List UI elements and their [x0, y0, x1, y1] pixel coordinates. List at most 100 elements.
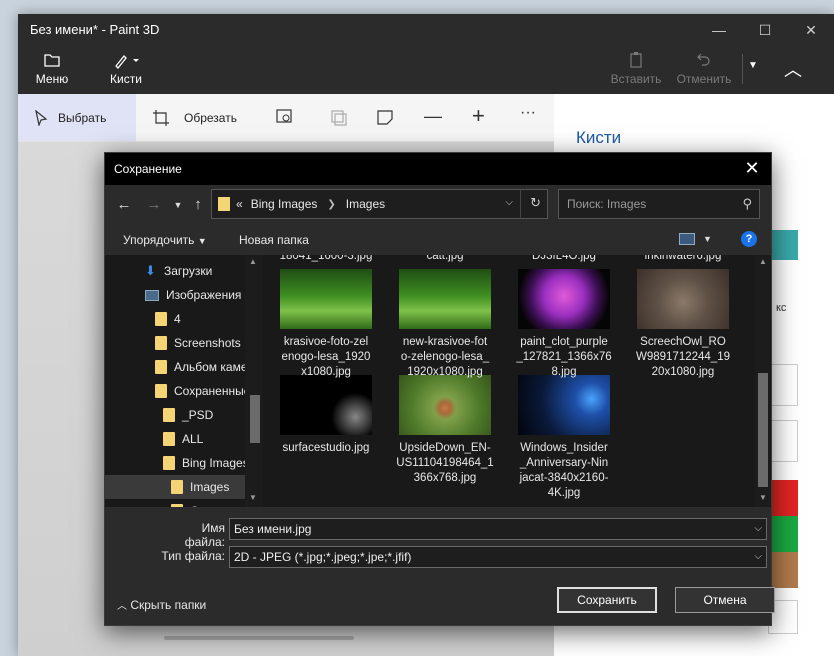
nav-item[interactable]: ALL: [105, 427, 263, 451]
brown-swatch[interactable]: [768, 552, 798, 588]
filename-field[interactable]: Без имени.jpg ⌵: [229, 518, 767, 540]
filetype-dropdown-icon[interactable]: ⌵: [754, 547, 762, 567]
filetype-select[interactable]: 2D - JPEG (*.jpg;*.jpeg;*.jpe;*.jfif) ⌵: [229, 546, 767, 568]
more-icon[interactable]: ···: [520, 104, 536, 122]
nav-item[interactable]: Альбом камеры: [105, 355, 263, 379]
recent-locations-icon[interactable]: ▼: [169, 195, 187, 215]
file-name-line: _Anniversary-Nin: [519, 457, 609, 469]
filetype-label: Тип файла:: [161, 549, 225, 563]
red-swatch[interactable]: [768, 480, 798, 516]
help-icon[interactable]: ?: [741, 231, 757, 247]
breadcrumb-bing-images[interactable]: Bing Images: [251, 197, 318, 211]
new-folder-button[interactable]: Новая папка: [239, 233, 309, 247]
hide-folders-button[interactable]: ︿ Скрыть папки: [117, 597, 206, 612]
magic-select-icon[interactable]: [276, 108, 294, 129]
crop-tool[interactable]: Обрезать: [150, 94, 250, 141]
scroll-up-icon[interactable]: ▲: [249, 257, 257, 266]
green-swatch[interactable]: [768, 516, 798, 552]
sticker-icon[interactable]: [376, 108, 394, 129]
nav-item[interactable]: _PSD: [105, 403, 263, 427]
filetype-value[interactable]: 2D - JPEG (*.jpg;*.jpeg;*.jpe;*.jfif): [234, 550, 411, 564]
file-item[interactable]: inkinwater6.jpg: [624, 255, 742, 264]
file-name-line: 20x1080.jpg: [651, 366, 715, 378]
file-item[interactable]: paint_clot_purple _127821_1366x76 8.jpg: [505, 269, 623, 380]
nav-item-label: Изображения: [166, 288, 242, 302]
scroll-down-icon[interactable]: ▼: [249, 493, 257, 502]
up-arrow-icon[interactable]: ↑: [189, 195, 207, 215]
plus-icon[interactable]: +: [472, 103, 485, 129]
nav-item-label: _PSD: [182, 408, 214, 422]
filename-value[interactable]: Без имени.jpg: [234, 522, 311, 536]
nav-item[interactable]: Изображения: [105, 283, 263, 307]
nav-scrollbar[interactable]: ▲ ▼: [245, 255, 263, 507]
breadcrumb-chevron-icon[interactable]: ❯: [327, 199, 335, 210]
breadcrumb-images[interactable]: Images: [346, 197, 385, 211]
file-item[interactable]: new-krasivoe-fot o-zelenogo-lesa_ 1920x108…: [386, 269, 504, 380]
undo-button[interactable]: Отменить: [672, 50, 736, 86]
close-window-icon[interactable]: ✕: [788, 14, 834, 46]
brush-preview[interactable]: [768, 230, 798, 260]
nav-item[interactable]: 4: [105, 307, 263, 331]
forward-arrow-icon[interactable]: →: [145, 195, 163, 215]
address-bar[interactable]: « Bing Images ❯ Images ⌵ ↻: [211, 189, 548, 219]
nav-item[interactable]: Screenshots: [105, 331, 263, 355]
address-dropdown-icon[interactable]: ⌵: [505, 197, 513, 208]
files-scroll-down-icon[interactable]: ▼: [759, 493, 767, 502]
file-name-line: 4K.jpg: [547, 487, 581, 499]
back-arrow-icon[interactable]: ←: [115, 195, 133, 215]
brushes-button[interactable]: Кисти: [102, 50, 150, 86]
view-dropdown-icon[interactable]: ▼: [703, 234, 712, 244]
search-icon[interactable]: ⚲: [742, 196, 752, 212]
file-item[interactable]: DJ3fL4O.jpg: [505, 255, 623, 264]
nav-item[interactable]: Сохраненные: [105, 379, 263, 403]
files-scrollbar[interactable]: ▲ ▼: [755, 255, 771, 507]
file-item[interactable]: 18041_1600-3.jpg: [267, 255, 385, 264]
minimize-icon[interactable]: —: [696, 14, 742, 46]
file-item[interactable]: surfacestudio.jpg: [267, 375, 385, 456]
filename-dropdown-icon[interactable]: ⌵: [754, 519, 762, 539]
menu-button[interactable]: Меню: [30, 50, 74, 86]
refresh-icon[interactable]: ↻: [530, 195, 541, 211]
nav-item[interactable]: Bing Images: [105, 451, 263, 475]
minus-icon[interactable]: —: [424, 106, 442, 127]
paste-button[interactable]: Вставить: [608, 50, 664, 86]
close-dialog-icon[interactable]: ✕: [741, 157, 763, 179]
ribbon-dropdown-icon[interactable]: ▼: [748, 60, 758, 71]
nav-item[interactable]: С проекта: [105, 499, 263, 507]
side-control[interactable]: [768, 364, 798, 406]
file-name-line: jacat-3840x2160-: [519, 472, 609, 484]
select-tool[interactable]: Выбрать: [18, 94, 136, 141]
nav-item[interactable]: Images: [105, 475, 263, 499]
search-input[interactable]: [559, 190, 729, 218]
brushes-label: Кисти: [110, 72, 142, 86]
download-icon: ⬇: [145, 263, 156, 278]
file-name-line: ScreechOwl_RO: [640, 336, 726, 348]
canvas-scrollbar[interactable]: [164, 636, 354, 640]
file-name-line: _127821_1366x76: [516, 351, 612, 363]
pen-icon[interactable]: [768, 194, 798, 234]
view-mode-icon[interactable]: [679, 233, 695, 245]
search-box[interactable]: ⚲: [558, 189, 760, 219]
file-item[interactable]: Windows_Insider _Anniversary-Nin jacat-384…: [505, 375, 623, 501]
brush-icon: [115, 55, 139, 69]
nav-scroll-thumb[interactable]: [250, 395, 260, 443]
file-name-line: US11104198464_1: [396, 457, 494, 469]
maximize-icon[interactable]: ☐: [742, 14, 788, 46]
address-prefix[interactable]: «: [236, 197, 243, 211]
file-item[interactable]: krasivoe-foto-zel enogo-lesa_1920 x1080.jp…: [267, 269, 385, 380]
side-control-2[interactable]: [768, 420, 798, 462]
save-button[interactable]: Сохранить: [557, 587, 657, 613]
files-scroll-thumb[interactable]: [758, 373, 768, 487]
file-item[interactable]: ScreechOwl_RO W9891712244_19 20x1080.jpg: [624, 269, 742, 380]
copy-3d-icon[interactable]: [330, 108, 348, 129]
cancel-button[interactable]: Отмена: [675, 587, 775, 613]
files-scroll-up-icon[interactable]: ▲: [759, 257, 767, 266]
organize-button[interactable]: Упорядочить ▼: [123, 233, 207, 247]
nav-item-label: Сохраненные: [174, 384, 251, 398]
address-divider: [520, 190, 521, 218]
file-item[interactable]: catt.jpg: [386, 255, 504, 264]
collapse-ribbon-icon[interactable]: ︿: [784, 56, 802, 82]
file-name-line: W9891712244_19: [636, 351, 730, 363]
nav-item[interactable]: ⬇ Загрузки: [105, 259, 263, 283]
file-item[interactable]: UpsideDown_EN- US11104198464_1 366x768.jpg: [386, 375, 504, 486]
